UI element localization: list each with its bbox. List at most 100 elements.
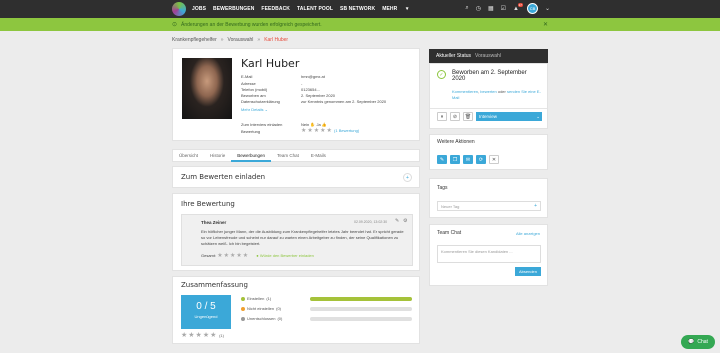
label-phone: Telefon (mobil) <box>241 87 268 92</box>
checkbox-icon[interactable]: ☑ <box>501 5 506 12</box>
tab-historie[interactable]: Historie <box>204 149 231 162</box>
comment-link[interactable]: Kommentieren <box>452 89 478 94</box>
nav-sb-network[interactable]: SB NETWORK <box>340 6 375 12</box>
delete-button[interactable]: 🗑 <box>463 112 473 121</box>
profile-tabs: Übersicht Historie Bewerbungen Team Chat… <box>172 149 420 162</box>
status-desc: Kommentieren, bewerten oder senden Sie e… <box>452 89 544 100</box>
top-icons: ⌕ ◷ ▦ ☑ ▲ 17 CB ⌄ <box>458 2 550 14</box>
summary-row-label: Einstellen <box>247 296 265 301</box>
team-chat-title: Team Chat <box>437 230 462 236</box>
rating-count[interactable]: (1 Bewertung) <box>334 128 359 133</box>
value-email[interactable]: hmn@gmx.at <box>301 74 325 79</box>
status-title: Beworben am 2. September 2020 <box>452 70 527 82</box>
chevron-down-icon[interactable]: ⌄ <box>545 5 550 12</box>
notification-icon[interactable]: ▲ 17 <box>513 2 523 12</box>
status-check-icon: ✓ <box>437 70 446 79</box>
breadcrumb-job[interactable]: Krankenpflegehelfer <box>172 37 217 43</box>
label-applied: Beworben am <box>241 93 266 98</box>
review-title: Ihre Bewertung <box>181 200 235 208</box>
nav-mehr[interactable]: MEHR ▾ <box>382 6 408 12</box>
search-icon[interactable]: ⌕ <box>465 5 468 12</box>
nav-talent-pool[interactable]: TALENT POOL <box>297 6 333 12</box>
chat-bubble-icon: 💬 <box>688 339 695 345</box>
nav-jobs[interactable]: JOBS <box>192 6 206 12</box>
review-text: Ein höflicher junger Mann, der die Ausbi… <box>201 229 404 246</box>
status-dot-icon <box>241 306 245 311</box>
avatar-initials: CB <box>529 6 536 11</box>
value-phone: 0123654... <box>301 87 320 92</box>
chat-float-label: Chat <box>697 339 708 345</box>
more-actions-title: Weitere Aktionen <box>437 139 475 145</box>
value-address: - <box>301 81 303 86</box>
chevron-down-icon: ⌄ <box>264 107 268 112</box>
value-applied: 2. September 2020 <box>301 93 336 98</box>
summary-title: Zusammenfassung <box>181 281 248 289</box>
top-navigation-bar: JOBS BEWERBUNGEN FEEDBACK TALENT POOL SB… <box>0 0 720 18</box>
avatar[interactable]: CB <box>526 3 538 14</box>
chat-textarea[interactable]: Kommentieren Sie diesen Kandidaten ... <box>437 245 541 263</box>
send-button[interactable]: Absenden <box>515 267 541 276</box>
clock-icon[interactable]: ◷ <box>476 5 481 12</box>
status-card: ✓ Beworben am 2. September 2020 Kommenti… <box>429 63 548 129</box>
status-dropdown[interactable]: Interview ⌄ <box>476 112 542 121</box>
nav-bewerbungen[interactable]: BEWERBUNGEN <box>213 6 254 12</box>
score-box: 0 / 5 Ungenügend <box>181 295 231 329</box>
alert-message: Änderungen an der Bewerbung wurden erfol… <box>181 21 322 28</box>
pause-button[interactable]: ⏸ <box>437 112 447 121</box>
invite-review-card: Zum Bewerten einladen + <box>172 166 420 188</box>
tag-input[interactable]: Neuer Tag + <box>437 201 541 211</box>
calendar-icon[interactable]: ▦ <box>488 5 494 12</box>
summary-row: Einstellen (1) <box>241 296 271 301</box>
tab-team-chat[interactable]: Team Chat <box>271 149 305 162</box>
label-address: Adresse <box>241 81 256 86</box>
tab-emails[interactable]: E-Mails <box>305 149 332 162</box>
candidate-profile-card: Karl Huber E-Mail hmn@gmx.at Adresse - T… <box>172 48 420 141</box>
tab-uebersicht[interactable]: Übersicht <box>173 149 204 162</box>
review-total-label: Gesamt: <box>201 253 217 258</box>
nav-feedback[interactable]: FEEDBACK <box>261 6 290 12</box>
breadcrumb-separator: » <box>220 37 224 43</box>
status-dot-icon <box>241 296 245 301</box>
tab-bewerbungen[interactable]: Bewerbungen <box>231 149 272 162</box>
summary-bar <box>310 296 412 301</box>
summary-row: Nicht einstellen (0) <box>241 306 281 311</box>
review-box: Thea Zeiner 02.09.2020, 13:02:30 ✎ ⚙ Ein… <box>181 214 413 266</box>
review-star-icons: ★★★★★ <box>217 253 250 259</box>
show-all-link[interactable]: Alle anzeigen <box>516 231 540 236</box>
candidate-name: Karl Huber <box>241 57 300 70</box>
status-header-label: Aktueller Status <box>436 53 472 59</box>
rate-link[interactable]: bewerten <box>480 89 496 94</box>
logo[interactable] <box>172 2 186 16</box>
chevron-down-icon: ⌄ <box>536 113 540 119</box>
summary-count: (1) <box>219 333 224 338</box>
status-dropdown-label: Interview <box>479 114 498 119</box>
summary-row-count: (1) <box>266 296 272 301</box>
add-icon[interactable]: + <box>534 203 537 209</box>
review-total: Gesamt: ★★★★★ ● Würde den Bewerber einla… <box>201 252 314 259</box>
my-review-card: Ihre Bewertung Thea Zeiner 02.09.2020, 1… <box>172 193 420 271</box>
share-icon[interactable]: ⟳ <box>476 155 486 164</box>
more-details-link[interactable]: Mehr Details ⌄ <box>241 107 268 112</box>
edit-icon[interactable]: ✎ <box>437 155 447 164</box>
breadcrumb-current: Karl Huber <box>264 37 289 43</box>
summary-row-count: (0) <box>276 306 282 311</box>
add-icon[interactable]: + <box>403 173 412 182</box>
chat-float-button[interactable]: 💬 Chat <box>681 335 715 349</box>
summary-bar <box>310 306 412 311</box>
close-icon[interactable]: ✕ <box>489 155 499 164</box>
summary-card: Zusammenfassung 0 / 5 Ungenügend ★★★★★ (… <box>172 276 420 344</box>
review-date: 02.09.2020, 13:02:30 <box>354 220 388 224</box>
tag-input-placeholder: Neuer Tag <box>441 204 460 209</box>
star-icons: ★★★★★ <box>301 128 333 134</box>
edit-icon[interactable]: ✎ <box>395 218 399 224</box>
breadcrumb: Krankenpflegehelfer» Vorauswahl» Karl Hube… <box>172 37 288 43</box>
mail-icon[interactable]: ✉ <box>463 155 473 164</box>
summary-row: Unentschlossen (0) <box>241 316 282 321</box>
breadcrumb-stage[interactable]: Vorauswahl <box>228 37 254 43</box>
nav-mehr-label: MEHR <box>382 6 398 12</box>
candidate-photo <box>182 58 232 119</box>
copy-icon[interactable]: ❐ <box>450 155 460 164</box>
close-icon[interactable]: ✕ <box>543 21 548 28</box>
settings-icon[interactable]: ⚙ <box>403 218 407 224</box>
reject-button[interactable]: ⊘ <box>450 112 460 121</box>
